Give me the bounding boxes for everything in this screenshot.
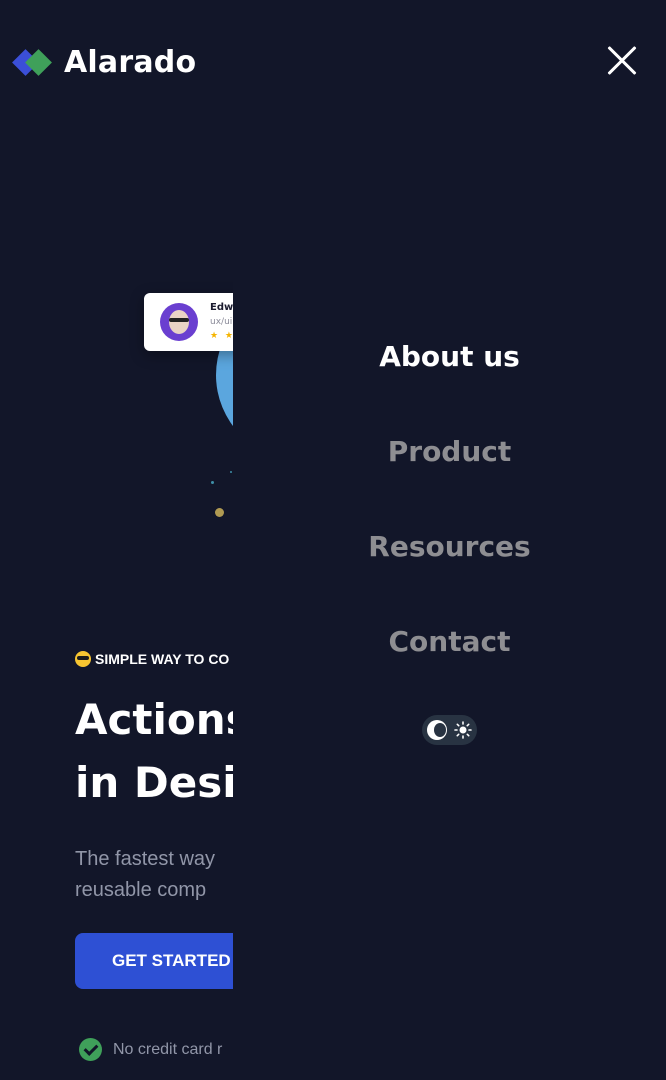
menu-item-product[interactable]: Product (233, 432, 666, 472)
hero-subtitle: The fastest way reusable comp (75, 844, 215, 906)
theme-toggle[interactable] (422, 715, 477, 745)
sun-icon (454, 721, 472, 739)
hero-tagline: SIMPLE WAY TO CO (75, 651, 229, 667)
tagline-text: SIMPLE WAY TO CO (95, 651, 230, 667)
sunglasses-emoji-icon (75, 651, 91, 667)
close-icon[interactable] (602, 42, 640, 80)
hero-title-line: in Desig (75, 758, 233, 807)
hero-subtitle-line: The fastest way (75, 848, 216, 870)
decor-dot (211, 481, 214, 484)
menu-item-about-us[interactable]: About us (233, 337, 666, 377)
avatar (160, 303, 198, 341)
menu-item-resources[interactable]: Resources (233, 527, 666, 567)
review-card: Edwi ux/ui ★ ★ (144, 293, 233, 351)
decor-dot (215, 508, 224, 517)
hero-title: Actions in Desig (75, 688, 233, 814)
moon-icon (427, 720, 447, 740)
hero-title-line: Actions (75, 695, 233, 744)
check-circle-icon (79, 1038, 102, 1061)
menu-item-contact[interactable]: Contact (233, 622, 666, 662)
review-name: Edwi (210, 302, 233, 313)
star-rating-icon: ★ ★ (210, 331, 233, 341)
get-started-button[interactable]: GET STARTED (75, 933, 233, 989)
review-role: ux/ui (210, 317, 233, 327)
background-page: Edwi ux/ui ★ ★ SIMPLE WAY TO CO Actions … (0, 0, 233, 1080)
note-text: No credit card r (113, 1040, 223, 1058)
hero-subtitle-line: reusable comp (75, 879, 207, 901)
no-credit-card-note: No credit card r (79, 1038, 222, 1061)
decor-dot (230, 471, 232, 473)
